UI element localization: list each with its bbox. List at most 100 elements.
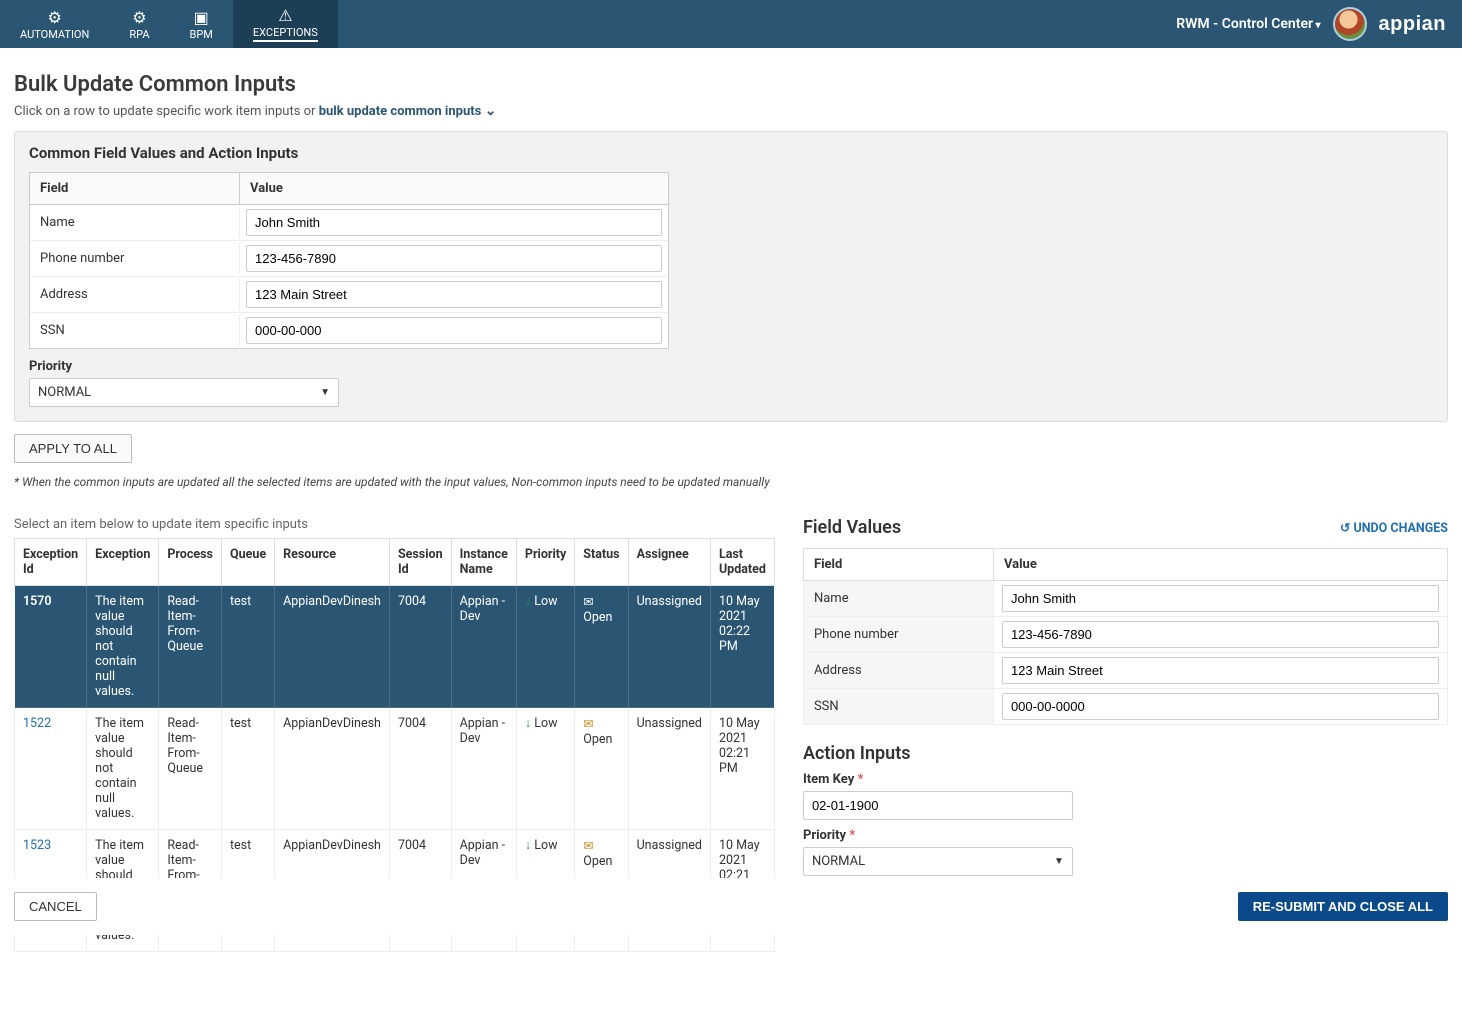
gears-icon: ⚙ (132, 8, 146, 27)
nav-tab-rpa[interactable]: ⚙ RPA (109, 0, 169, 48)
field-label: Phone number (30, 243, 240, 274)
field-input-phone number[interactable] (1002, 621, 1439, 648)
apply-to-all-button[interactable]: APPLY TO ALL (14, 434, 132, 463)
column-header[interactable]: Exception Id (15, 539, 87, 586)
field-input-ssn[interactable] (1002, 693, 1439, 720)
envelope-icon: ✉ (583, 717, 593, 732)
field-label: Name (803, 581, 993, 617)
field-input-phone number[interactable] (246, 245, 662, 272)
cancel-button[interactable]: CANCEL (14, 892, 97, 921)
resubmit-close-all-button[interactable]: RE-SUBMIT AND CLOSE ALL (1238, 892, 1448, 921)
arrow-down-icon: ↓ (525, 838, 531, 853)
priority-selected-value: NORMAL (38, 385, 91, 400)
common-field-row: Address (30, 276, 668, 312)
brand-logo: appian (1379, 13, 1446, 36)
chevron-down-icon: ▼ (1054, 856, 1064, 867)
field-label: Address (803, 653, 993, 689)
column-header[interactable]: Session Id (389, 539, 451, 586)
column-header[interactable]: Status (575, 539, 628, 586)
exception-text: The item value should not contain null v… (87, 708, 159, 830)
instance-name-text: Appian - Dev (451, 708, 516, 830)
field-input-name[interactable] (1002, 585, 1439, 612)
exception-id-link[interactable]: 1523 (23, 838, 51, 853)
column-header-field: Field (803, 549, 993, 581)
priority-cell: ↓ Low (516, 708, 574, 830)
nav-tab-label: BPM (190, 28, 213, 41)
field-value-row: SSN (803, 689, 1447, 725)
undo-changes-button[interactable]: UNDO CHANGES (1340, 520, 1448, 536)
table-row[interactable]: 1570 The item value should not contain n… (15, 586, 775, 708)
nav-tab-bpm[interactable]: ▣ BPM (170, 0, 233, 48)
field-values-table: Field Value Name Phone number Address SS… (803, 548, 1448, 725)
nav-tabs: ⚙ AUTOMATION ⚙ RPA ▣ BPM ⚠ EXCEPTIONS (0, 0, 338, 48)
column-header[interactable]: Process (159, 539, 222, 586)
field-values-title: Field Values (803, 517, 901, 538)
common-field-row: Name (30, 205, 668, 240)
field-label: Name (30, 207, 240, 238)
last-updated-text: 10 May 2021 02:21 PM (710, 708, 774, 830)
column-header[interactable]: Priority (516, 539, 574, 586)
priority-selected-value: NORMAL (812, 854, 865, 869)
arrow-down-icon: ↓ (525, 594, 531, 609)
queue-text: test (221, 708, 274, 830)
top-nav: ⚙ AUTOMATION ⚙ RPA ▣ BPM ⚠ EXCEPTIONS RW… (0, 0, 1462, 48)
column-header-value: Value (240, 173, 668, 204)
item-key-input[interactable] (803, 791, 1073, 820)
priority-label: Priority (29, 359, 1433, 374)
assignee-text: Unassigned (628, 586, 710, 708)
item-key-label: Item Key * (803, 772, 1448, 787)
priority-select-right[interactable]: NORMAL ▼ (803, 847, 1073, 876)
envelope-icon: ✉ (583, 595, 593, 610)
queue-text: test (221, 586, 274, 708)
session-id-text: 7004 (389, 586, 451, 708)
table-row[interactable]: 1522 The item value should not contain n… (15, 708, 775, 830)
nav-tab-exceptions[interactable]: ⚠ EXCEPTIONS (233, 0, 338, 48)
status-cell: ✉Open (575, 708, 628, 830)
field-label: Address (30, 279, 240, 310)
bulk-update-link[interactable]: bulk update common inputs (319, 104, 497, 119)
column-header[interactable]: Last Updated (710, 539, 774, 586)
select-item-note: Select an item below to update item spec… (14, 517, 775, 532)
archive-icon: ▣ (194, 8, 209, 27)
process-text: Read-Item-From-Queue (159, 586, 222, 708)
field-label: Phone number (803, 617, 993, 653)
assignee-text: Unassigned (628, 708, 710, 830)
column-header[interactable]: Queue (221, 539, 274, 586)
common-fields-table: Field Value Name Phone number Address SS… (29, 172, 669, 349)
field-input-ssn[interactable] (246, 317, 662, 344)
subtitle-text: Click on a row to update specific work i… (14, 104, 319, 119)
session-id-text: 7004 (389, 708, 451, 830)
status-cell: ✉Open (575, 586, 628, 708)
field-input-address[interactable] (246, 281, 662, 308)
common-fields-panel: Common Field Values and Action Inputs Fi… (14, 131, 1448, 422)
column-header[interactable]: Assignee (628, 539, 710, 586)
footer-bar: CANCEL RE-SUBMIT AND CLOSE ALL (0, 878, 1462, 935)
nav-tab-automation[interactable]: ⚙ AUTOMATION (0, 0, 109, 48)
field-label: SSN (30, 315, 240, 346)
action-inputs-title: Action Inputs (803, 743, 1448, 764)
field-input-address[interactable] (1002, 657, 1439, 684)
control-center-dropdown[interactable]: RWM - Control Center (1176, 16, 1320, 32)
resource-text: AppianDevDinesh (275, 708, 390, 830)
field-input-name[interactable] (246, 209, 662, 236)
exception-id-link[interactable]: 1570 (23, 594, 52, 609)
column-header-value: Value (993, 549, 1447, 581)
column-header-field: Field (30, 173, 240, 204)
page-title: Bulk Update Common Inputs (14, 72, 1448, 97)
avatar[interactable] (1333, 7, 1367, 41)
page-subtitle: Click on a row to update specific work i… (14, 103, 1448, 119)
gear-icon: ⚙ (48, 8, 62, 27)
nav-tab-label: AUTOMATION (20, 28, 89, 41)
envelope-icon: ✉ (583, 839, 593, 854)
common-field-row: SSN (30, 312, 668, 348)
column-header[interactable]: Resource (275, 539, 390, 586)
priority-select[interactable]: NORMAL ▼ (29, 378, 339, 407)
field-value-row: Phone number (803, 617, 1447, 653)
resource-text: AppianDevDinesh (275, 586, 390, 708)
arrow-down-icon: ↓ (525, 716, 531, 731)
column-header[interactable]: Exception (87, 539, 159, 586)
column-header[interactable]: Instance Name (451, 539, 516, 586)
exception-id-link[interactable]: 1522 (23, 716, 51, 731)
common-field-row: Phone number (30, 240, 668, 276)
field-label: SSN (803, 689, 993, 725)
